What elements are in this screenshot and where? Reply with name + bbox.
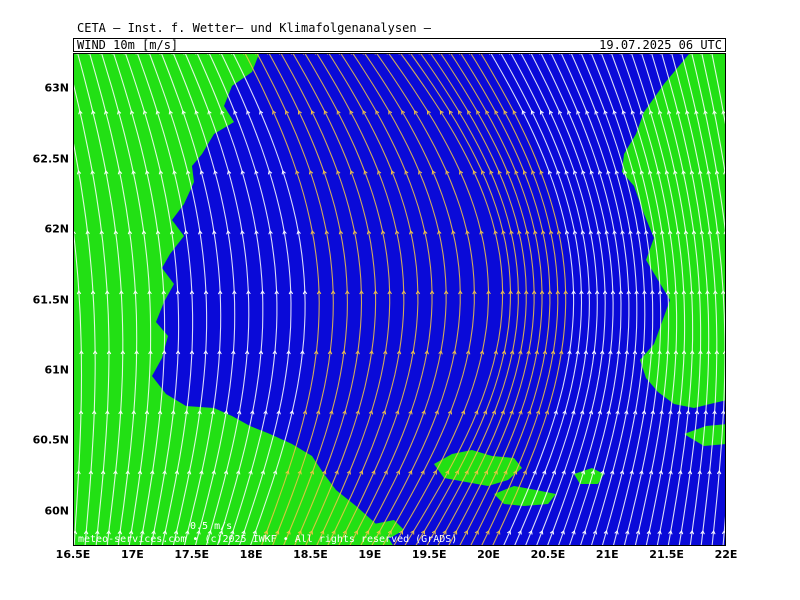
- lon-label: 20.5E: [530, 548, 566, 561]
- lon-label: 16.5E: [55, 548, 91, 561]
- chart-title: CETA — Inst. f. Wetter— und Klimafolgena…: [77, 21, 432, 35]
- streamline: [328, 54, 419, 545]
- reference-vector-label: 0.5 m/s: [190, 521, 233, 532]
- lon-label: 21.5E: [649, 548, 684, 561]
- lon-label: 17E: [120, 548, 144, 561]
- lon-label: 18.5E: [293, 548, 328, 561]
- map-canvas: [74, 54, 725, 545]
- lat-label: 62.5N: [32, 152, 69, 166]
- lat-label: 60N: [44, 504, 69, 518]
- lon-label: 19.5E: [411, 548, 447, 561]
- lat-label: 61.5N: [32, 293, 69, 306]
- timestamp: 19.07.2025 06 UTC: [599, 38, 722, 52]
- lon-label: 18E: [239, 548, 263, 561]
- lat-label: 62N: [44, 222, 69, 236]
- lat-label: 61N: [44, 363, 69, 377]
- lon-label: 17.5E: [174, 548, 210, 561]
- lon-label: 21E: [595, 548, 619, 561]
- lon-label: 22E: [714, 548, 738, 561]
- field-label: WIND_10m [m/s]: [77, 38, 179, 52]
- streamline: [340, 54, 433, 545]
- wind-map: [73, 53, 726, 546]
- lat-label: 60.5N: [32, 433, 69, 447]
- lon-label: 19E: [358, 548, 382, 561]
- credit-text: meteo-services.com • (c)2025 IWKF • All …: [78, 534, 458, 545]
- lat-label: 63N: [44, 81, 69, 95]
- lon-label: 20E: [477, 548, 500, 561]
